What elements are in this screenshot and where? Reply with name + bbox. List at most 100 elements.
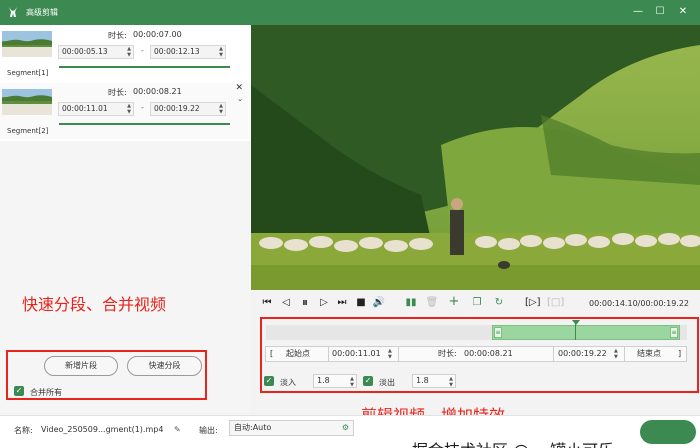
- current-time: 00:00:14.10: [589, 299, 638, 308]
- fade-in-checkbox[interactable]: ✓: [264, 376, 274, 386]
- split-icon[interactable]: ▮▮: [404, 297, 418, 308]
- spin-arrows-icon[interactable]: ▲ ▼: [449, 376, 453, 388]
- spin-arrows-icon[interactable]: ▲ ▼: [614, 348, 618, 360]
- frame-bracket-icon[interactable]: [▷]: [525, 297, 541, 308]
- output-select[interactable]: 自动:Auto ⚙: [229, 420, 354, 436]
- chevron-down-icon[interactable]: ⌄: [237, 95, 243, 103]
- close-icon[interactable]: ✕: [675, 4, 691, 20]
- output-value: 自动:Auto: [234, 423, 272, 432]
- clip-duration: 00:00:08.21: [464, 349, 513, 358]
- range-separator: -: [141, 46, 144, 55]
- segment-item[interactable]: Segment[2] 时长: 00:00:08.21 ✕ ⌄ 00:00:11.…: [0, 83, 251, 139]
- crop-icon[interactable]: [□]: [547, 297, 564, 308]
- skip-to-end-icon[interactable]: ⏭: [335, 297, 349, 308]
- delete-icon[interactable]: 🗑: [425, 297, 439, 308]
- pause-icon[interactable]: ⏸: [298, 295, 312, 310]
- rabbit-logo-icon: [9, 7, 17, 17]
- segment-duration-label: 时长:: [108, 88, 127, 97]
- timeline-track[interactable]: ≡ ≡: [266, 320, 687, 340]
- segment-thumbnail: [2, 31, 52, 57]
- title-bar: 高级剪辑 — ☐ ✕: [0, 0, 700, 25]
- output-label: 输出:: [199, 426, 218, 435]
- settings-icon[interactable]: ⚙: [342, 421, 349, 435]
- clip-duration-label: 时长:: [438, 349, 457, 358]
- spin-arrows-icon[interactable]: ▲ ▼: [127, 46, 131, 58]
- spin-arrows-icon[interactable]: ▲ ▼: [219, 46, 223, 58]
- timeline-selection[interactable]: ≡ ≡: [492, 325, 680, 340]
- spin-arrows-icon[interactable]: ▲ ▼: [388, 348, 392, 360]
- player-controls: ⏮ ◁ ⏸ ▷ ⏭ ■ 🔊 ▮▮ 🗑 + ❐ ↻ [▷] [□] 00:00:1…: [251, 290, 700, 415]
- start-bracket: [: [270, 349, 274, 358]
- timeline-end-handle[interactable]: ≡: [670, 327, 678, 338]
- merge-all-checkbox[interactable]: ✓: [14, 386, 24, 396]
- edit-name-icon[interactable]: ✎: [174, 425, 181, 434]
- stop-icon[interactable]: ■: [354, 297, 368, 308]
- fade-in-value: 1.8: [317, 376, 330, 385]
- clip-range-row: [ 起始点 00:00:11.01 ▲ ▼ 时长: 00:00:08.21 00:…: [265, 346, 687, 362]
- clip-end-input[interactable]: 00:00:19.22: [558, 347, 607, 361]
- fade-out-checkbox[interactable]: ✓: [363, 376, 373, 386]
- segment-start-value: 00:00:11.01: [62, 104, 108, 113]
- export-button[interactable]: [640, 420, 696, 444]
- divider: [624, 347, 625, 361]
- copy-icon[interactable]: ❐: [470, 297, 484, 308]
- name-label: 名称:: [14, 426, 33, 435]
- segment-start-input[interactable]: 00:00:11.01 ▲ ▼: [58, 102, 134, 116]
- segment-progress-bar: [59, 66, 230, 68]
- add-icon[interactable]: +: [447, 294, 461, 309]
- segment-list: Segment[1] 时长: 00:00:07.00 00:00:05.13 ▲…: [0, 25, 251, 141]
- segment-start-input[interactable]: 00:00:05.13 ▲ ▼: [58, 45, 134, 59]
- file-name: Video_250509...gment(1).mp4: [41, 425, 164, 434]
- refresh-icon[interactable]: ↻: [492, 297, 506, 308]
- segment-duration: 00:00:07.00: [133, 30, 182, 39]
- add-segment-button[interactable]: 新增片段: [44, 356, 118, 376]
- segment-thumbnail: [2, 89, 52, 115]
- range-separator: -: [141, 103, 144, 112]
- playback-time: 00:00:14.10/00:00:19.22: [589, 299, 690, 308]
- watermark-text: 掘金技术社区 @ 一罐小可乐: [412, 437, 614, 448]
- segment-start-value: 00:00:05.13: [62, 47, 108, 56]
- merge-all-label: 合并所有: [30, 388, 62, 397]
- spin-arrows-icon[interactable]: ▲ ▼: [127, 103, 131, 115]
- segment-progress-bar: [59, 123, 230, 125]
- fade-out-input[interactable]: 1.8 ▲ ▼: [412, 374, 456, 388]
- fade-in-label: 淡入: [280, 378, 296, 387]
- clip-start-input[interactable]: 00:00:11.01: [332, 347, 381, 361]
- divider: [328, 347, 329, 361]
- segment-label: Segment[1]: [7, 69, 49, 77]
- step-forward-icon[interactable]: ▷: [317, 297, 331, 308]
- end-bracket: ]: [678, 349, 682, 358]
- minimize-icon[interactable]: —: [630, 4, 646, 20]
- playhead[interactable]: [575, 321, 576, 340]
- divider: [553, 347, 554, 361]
- quick-split-button[interactable]: 快速分段: [127, 356, 202, 376]
- video-preview[interactable]: [251, 25, 700, 290]
- maximize-icon[interactable]: ☐: [652, 4, 668, 20]
- advanced-editor-window: 高级剪辑 — ☐ ✕ Segment[1] 时长: 00:00:07.00 00…: [0, 0, 700, 448]
- segment-end-input[interactable]: 00:00:12.13 ▲ ▼: [150, 45, 226, 59]
- set-end-point-button[interactable]: 结束点: [637, 347, 661, 361]
- skip-to-start-icon[interactable]: ⏮: [260, 297, 274, 308]
- playhead-marker-icon[interactable]: [572, 320, 580, 325]
- window-title: 高级剪辑: [26, 8, 58, 17]
- timeline-start-handle[interactable]: ≡: [494, 327, 502, 338]
- spin-arrows-icon[interactable]: ▲ ▼: [219, 103, 223, 115]
- total-time: 00:00:19.22: [640, 299, 690, 308]
- segment-end-input[interactable]: 00:00:19.22 ▲ ▼: [150, 102, 226, 116]
- fade-in-input[interactable]: 1.8 ▲ ▼: [313, 374, 357, 388]
- fade-out-value: 1.8: [416, 376, 429, 385]
- fade-out-label: 淡出: [379, 378, 395, 387]
- segment-duration-label: 时长:: [108, 31, 127, 40]
- segment-label: Segment[2]: [7, 127, 49, 135]
- step-back-icon[interactable]: ◁: [279, 297, 293, 308]
- annotation-left: 快速分段、合并视频: [22, 295, 167, 314]
- volume-icon[interactable]: 🔊: [372, 297, 386, 308]
- spin-arrows-icon[interactable]: ▲ ▼: [350, 376, 354, 388]
- segment-duration: 00:00:08.21: [133, 87, 182, 96]
- close-icon[interactable]: ✕: [235, 83, 243, 93]
- segment-end-value: 00:00:19.22: [154, 104, 200, 113]
- set-start-point-button[interactable]: 起始点: [286, 347, 310, 361]
- segment-end-value: 00:00:12.13: [154, 47, 200, 56]
- segment-item[interactable]: Segment[1] 时长: 00:00:07.00 00:00:05.13 ▲…: [0, 25, 251, 81]
- divider: [398, 347, 399, 361]
